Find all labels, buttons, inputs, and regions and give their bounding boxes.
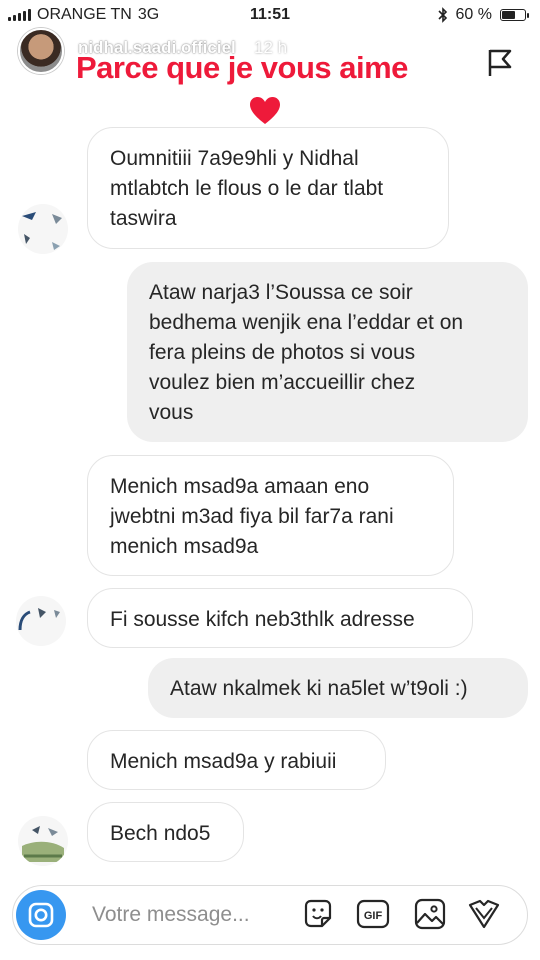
story-header: nidhal.saadi.officiel 12 h Parce que je … xyxy=(0,24,540,104)
message-text: jwebtni m3ad fiya bil far7a rani xyxy=(110,505,394,528)
message-text: Fi sousse kifch neb3thlk adresse xyxy=(110,608,415,631)
message-text: Menich msad9a y rabiuii xyxy=(110,750,337,773)
gallery-icon[interactable] xyxy=(412,896,448,932)
status-time: 11:51 xyxy=(249,6,291,23)
message-bubble: Fi sousse kifch neb3thlk adresse xyxy=(87,588,473,648)
battery-icon xyxy=(500,9,529,21)
message-text: taswira xyxy=(110,207,177,230)
carrier-label: ORANGE TN xyxy=(37,6,132,23)
sender-avatar[interactable] xyxy=(18,816,68,866)
message-bubble: Bech ndo5 xyxy=(87,802,244,862)
message-text: fera pleins de photos si vous xyxy=(149,341,416,364)
gif-icon[interactable]: GIF xyxy=(355,896,391,932)
network-label: 3G xyxy=(137,6,160,23)
avatar[interactable] xyxy=(18,28,64,74)
sender-avatar[interactable] xyxy=(16,596,66,646)
sender-avatar[interactable] xyxy=(18,204,68,254)
message-bubble: Menich msad9a amaan eno jwebtni m3ad fiy… xyxy=(87,455,454,576)
story-caption: Parce que je vous aime xyxy=(76,50,408,85)
message-bubble: Ataw nkalmek ki na5let w’t9oli :) xyxy=(148,658,528,718)
message-text: menich msad9a xyxy=(110,535,259,558)
heart-outline-icon[interactable] xyxy=(466,896,502,932)
message-bubble: Ataw narja3 l’Soussa ce soir bedhema wen… xyxy=(127,262,528,442)
camera-icon xyxy=(28,902,54,928)
message-text: Bech ndo5 xyxy=(110,822,211,845)
status-right: 60 % xyxy=(437,6,529,24)
message-text: mtlabtch le flous o le dar tlabt xyxy=(110,177,384,200)
battery-label: 60 % xyxy=(455,6,492,23)
message-bubble: Menich msad9a y rabiuii xyxy=(87,730,386,790)
message-input[interactable]: Votre message... xyxy=(92,898,292,932)
message-text: Ataw narja3 l’Soussa ce soir xyxy=(149,281,413,304)
flag-icon[interactable] xyxy=(486,48,514,78)
heart-icon xyxy=(250,97,280,124)
svg-text:GIF: GIF xyxy=(364,910,383,922)
message-text: Oumnitiii 7a9e9hli y Nidhal xyxy=(110,147,359,170)
message-text: voulez bien m’accueillir chez xyxy=(149,371,416,394)
message-text: Menich msad9a amaan eno xyxy=(110,475,370,498)
signal-icon xyxy=(8,9,31,21)
message-text: vous xyxy=(149,401,194,424)
message-text: bedhema wenjik ena l’eddar et on xyxy=(149,311,464,334)
status-left: ORANGE TN 3G xyxy=(8,6,159,24)
message-bubble: Oumnitiii 7a9e9hli y Nidhal mtlabtch le … xyxy=(87,127,449,249)
sticker-icon[interactable] xyxy=(300,896,336,932)
message-text: Ataw nkalmek ki na5let w’t9oli :) xyxy=(170,677,468,700)
camera-button[interactable] xyxy=(16,890,66,940)
bluetooth-icon xyxy=(437,7,447,23)
